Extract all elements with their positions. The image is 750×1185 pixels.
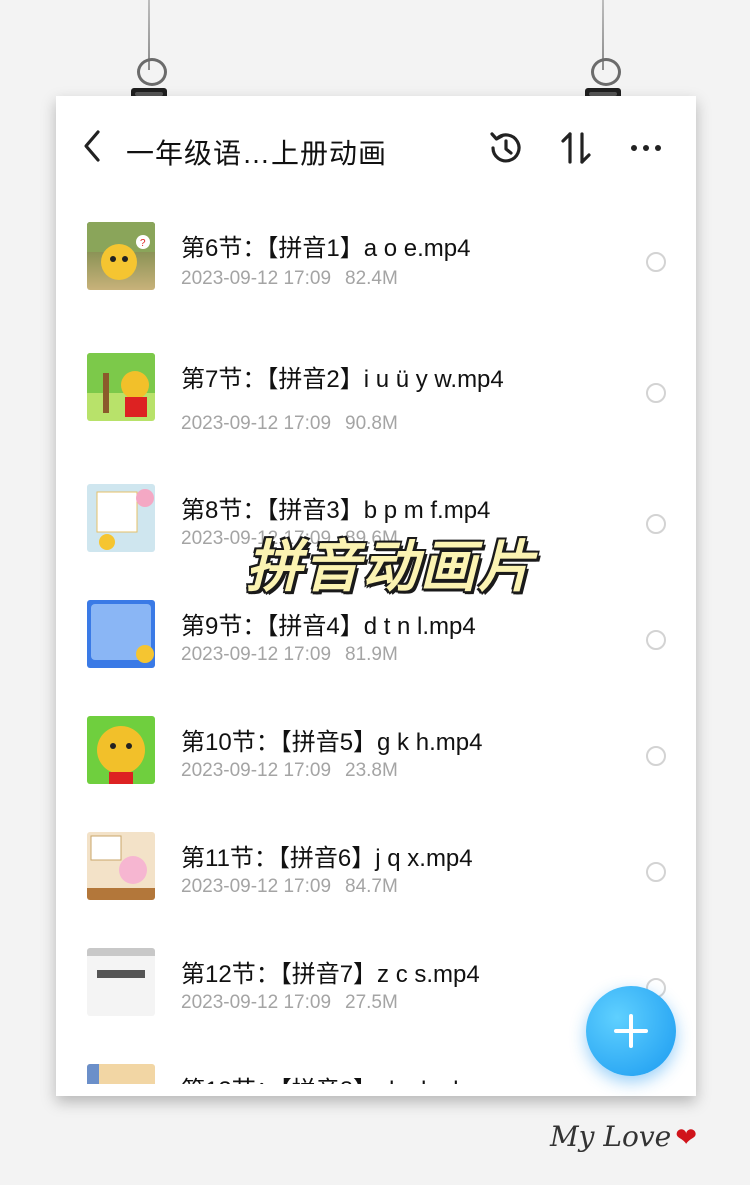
sort-icon xyxy=(561,132,591,164)
file-name: 第13节：【拼音8】zh ch sh xyxy=(181,1070,466,1084)
page-title: 一年级语…上册动画 xyxy=(126,138,388,169)
select-radio[interactable] xyxy=(646,252,666,272)
signature: My Love ❤ xyxy=(550,1120,697,1153)
more-button[interactable] xyxy=(624,126,668,170)
file-size: 23.8M xyxy=(345,760,398,781)
signature-text: My Love xyxy=(550,1120,672,1153)
file-row[interactable]: 第10节：【拼音5】g k h.mp4 2023-09-12 17:09 23.8… xyxy=(68,682,684,798)
history-icon xyxy=(490,132,521,163)
file-name: 第6节：【拼音1】a o e.mp4 xyxy=(181,235,471,262)
file-name: 第7节：【拼音2】i u ü y w.mp4 xyxy=(181,366,504,393)
file-size: 27.5M xyxy=(345,992,398,1013)
file-row[interactable]: 第11节：【拼音6】j q x.mp4 2023-09-12 17:09 84.7… xyxy=(68,798,684,914)
file-date: 2023-09-12 17:09 xyxy=(181,876,332,897)
file-name: 第12节：【拼音7】z c s.mp4 xyxy=(181,961,480,988)
select-radio[interactable] xyxy=(646,630,666,650)
select-radio[interactable] xyxy=(646,514,666,534)
add-button[interactable] xyxy=(586,986,676,1076)
file-date: 2023-09-12 17:09 xyxy=(181,760,332,781)
file-meta: 2023-09-12 17:09 81.9M xyxy=(181,644,398,666)
video-thumbnail xyxy=(87,353,155,421)
video-thumbnail xyxy=(87,600,155,668)
file-size: 90.8M xyxy=(345,413,398,434)
select-radio[interactable] xyxy=(646,862,666,882)
video-thumbnail xyxy=(87,1064,155,1084)
chevron-left-icon xyxy=(84,130,100,162)
svg-text:?: ? xyxy=(140,238,146,249)
file-size: 82.4M xyxy=(345,268,398,289)
select-radio[interactable] xyxy=(646,746,666,766)
file-meta: 2023-09-12 17:09 82.4M xyxy=(181,268,398,290)
file-meta: 2023-09-12 17:09 27.5M xyxy=(181,992,398,1014)
overlay-caption: 拼音动画片 xyxy=(246,535,536,600)
file-name: 第8节：【拼音3】b p m f.mp4 xyxy=(181,497,491,524)
file-date: 2023-09-12 17:09 xyxy=(181,644,332,665)
heart-icon: ❤ xyxy=(675,1123,698,1153)
file-row[interactable]: ? 第6节：【拼音1】a o e.mp4 2023-09-12 17:09 82.… xyxy=(68,188,684,304)
file-size: 81.9M xyxy=(345,644,398,665)
file-meta: 2023-09-12 17:09 84.7M xyxy=(181,876,398,898)
file-date: 2023-09-12 17:09 xyxy=(181,992,332,1013)
file-date: 2023-09-12 17:09 xyxy=(181,268,332,289)
video-thumbnail xyxy=(87,832,155,900)
file-size: 84.7M xyxy=(345,876,398,897)
select-radio[interactable] xyxy=(646,383,666,403)
file-meta: 2023-09-12 17:09 90.8M xyxy=(181,413,398,435)
file-name: 第10节：【拼音5】g k h.mp4 xyxy=(181,729,483,756)
file-date: 2023-09-12 17:09 xyxy=(181,413,332,434)
more-icon xyxy=(631,145,661,151)
history-button[interactable] xyxy=(484,126,528,170)
sort-button[interactable] xyxy=(554,126,598,170)
file-name: 第11节：【拼音6】j q x.mp4 xyxy=(181,845,473,872)
video-thumbnail xyxy=(87,716,155,784)
video-thumbnail: ? xyxy=(87,222,155,290)
video-thumbnail xyxy=(87,948,155,1016)
top-bar: 一年级语…上册动画 xyxy=(68,108,684,188)
video-thumbnail xyxy=(87,484,155,552)
file-meta: 2023-09-12 17:09 23.8M xyxy=(181,760,398,782)
file-row[interactable]: 第7节：【拼音2】i u ü y w.mp4 2023-09-12 17:09 9… xyxy=(68,319,684,435)
file-name: 第9节：【拼音4】d t n l.mp4 xyxy=(181,613,476,640)
back-button[interactable] xyxy=(78,128,108,164)
